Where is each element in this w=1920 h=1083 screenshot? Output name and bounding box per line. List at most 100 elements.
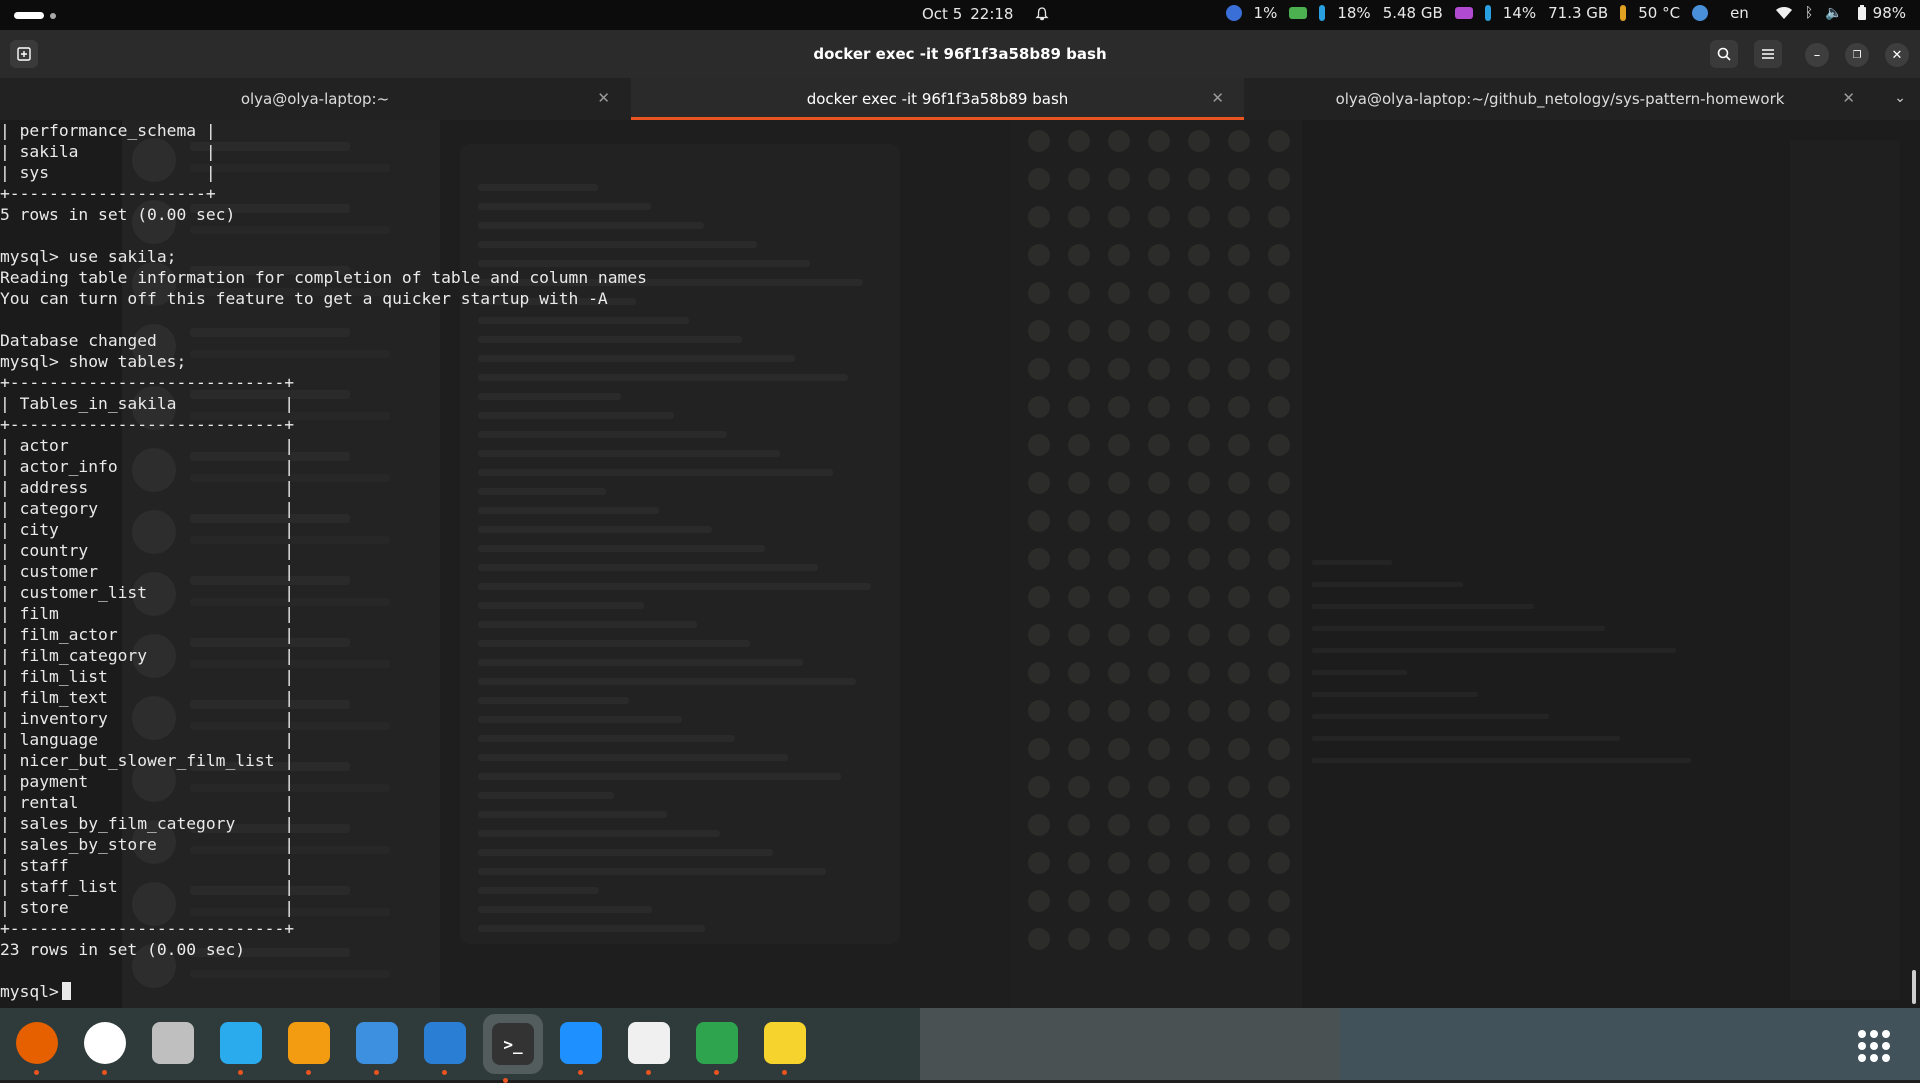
settings-gear-icon[interactable] [1225,5,1242,21]
background-emoji [1268,244,1290,266]
close-icon: ✕ [1891,47,1903,63]
inkscape-icon [628,1022,670,1064]
text-editor-launcher[interactable] [762,1020,808,1075]
memory-usage: 18% [1337,4,1371,22]
background-emoji [1268,586,1290,608]
background-emoji [1228,282,1250,304]
minimize-button[interactable]: – [1805,43,1829,67]
background-emoji [1268,776,1290,798]
background-emoji [1148,168,1170,190]
show-apps-button[interactable] [1858,1030,1890,1062]
spreadsheet-launcher[interactable] [694,1020,740,1075]
background-emoji [1068,472,1090,494]
tab-homework[interactable]: olya@olya-laptop:~/github_netology/sys-p… [1245,78,1875,120]
background-emoji [1188,662,1210,684]
clock[interactable]: Oct 5 22:18 [922,5,1050,23]
background-emoji [1108,510,1130,532]
close-window-button[interactable]: ✕ [1885,43,1909,67]
terminal-line: Reading table information for completion… [0,268,647,287]
background-emoji [1028,586,1050,608]
tab-bar: olya@olya-laptop:~ ✕ docker exec -it 96f… [0,78,1920,121]
tab-docker[interactable]: docker exec -it 96f1f3a58b89 bash ✕ [631,78,1244,120]
background-emoji [1148,130,1170,152]
temperature: 50 °C [1638,4,1681,22]
remote-desktop-launcher[interactable] [286,1020,332,1075]
background-emoji [1188,244,1210,266]
screenshot-tool-launcher[interactable] [354,1020,400,1075]
volume-icon[interactable]: 🔈 [1825,5,1842,21]
dock: >_ [0,1008,1920,1083]
terminal-scrollbar[interactable] [1912,970,1916,1004]
terminal-viewport[interactable]: | performance_schema | | sakila | | sys | +… [0,120,1920,1008]
wifi-icon[interactable] [1775,6,1793,20]
background-emoji [1068,852,1090,874]
close-tab-icon[interactable]: ✕ [1842,89,1855,107]
text-cursor [61,982,71,1000]
background-emoji [1268,510,1290,532]
background-emoji [1188,130,1210,152]
menu-button[interactable] [1754,40,1782,68]
system-tray[interactable]: 1% 18% 5.48 GB 14% 71.3 GB 50 °C en ᛒ 🔈 … [1225,4,1906,22]
close-tab-icon[interactable]: ✕ [597,89,610,107]
background-emoji [1148,510,1170,532]
inkscape-launcher[interactable] [626,1020,672,1075]
terminal-line: mysql> use sakila; [0,247,177,266]
terminal-line: 5 rows in set (0.00 sec) [0,205,236,224]
thermometer-icon [1620,5,1627,21]
running-indicator [306,1070,311,1075]
memory-icon [1289,7,1308,19]
background-emoji [1188,206,1210,228]
running-indicator [714,1070,719,1075]
background-emoji [1268,472,1290,494]
tab-home[interactable]: olya@olya-laptop:~ ✕ [0,78,630,120]
terminal-launcher[interactable]: >_ [483,1014,543,1083]
terminal-line: +----------------------------+ [0,373,295,392]
background-emoji [1228,548,1250,570]
background-emoji [1108,852,1130,874]
background-emoji [1028,662,1050,684]
background-emoji [1188,700,1210,722]
prompt-line[interactable]: mysql> [0,981,647,1002]
background-emoji [1028,852,1050,874]
terminal-line: | city | [0,520,295,539]
globe-icon[interactable] [1692,5,1709,21]
terminal-line: | sales_by_store | [0,835,295,854]
terminal-line: 23 rows in set (0.00 sec) [0,940,246,959]
date-label: Oct 5 [922,5,963,23]
background-emoji [1028,320,1050,342]
vscode-launcher[interactable] [558,1020,604,1075]
background-emoji [1068,928,1090,950]
running-indicator [374,1070,379,1075]
background-emoji [1108,662,1130,684]
firefox-launcher[interactable] [14,1020,60,1075]
bell-icon [1035,7,1050,21]
close-tab-icon[interactable]: ✕ [1211,89,1224,107]
running-indicator [238,1070,243,1075]
background-emoji [1228,852,1250,874]
terminal-line: | nicer_but_slower_film_list | [0,751,295,770]
bluetooth-icon[interactable]: ᛒ [1805,5,1813,21]
background-emoji [1028,206,1050,228]
background-emoji [1188,396,1210,418]
running-indicator [646,1070,651,1075]
system-monitor-launcher[interactable] [422,1020,468,1075]
telegram-launcher[interactable] [218,1020,264,1075]
activities-indicator[interactable] [14,12,56,19]
terminal-line: | rental | [0,793,295,812]
maximize-button[interactable]: ❐ [1845,43,1869,67]
search-button[interactable] [1710,40,1738,68]
keyboard-layout[interactable]: en [1730,4,1749,22]
tab-list-chevron-icon[interactable]: ⌄ [1894,90,1906,106]
background-emoji [1228,700,1250,722]
files-launcher[interactable] [150,1020,196,1066]
background-emoji [1188,586,1210,608]
battery-icon[interactable] [1855,5,1869,21]
background-text-line [1312,692,1478,697]
background-emoji [1228,206,1250,228]
terminal-line: | Tables_in_sakila | [0,394,295,413]
background-emoji [1188,738,1210,760]
chrome-launcher[interactable] [82,1020,128,1075]
terminal-line: | address | [0,478,295,497]
background-emoji [1268,434,1290,456]
